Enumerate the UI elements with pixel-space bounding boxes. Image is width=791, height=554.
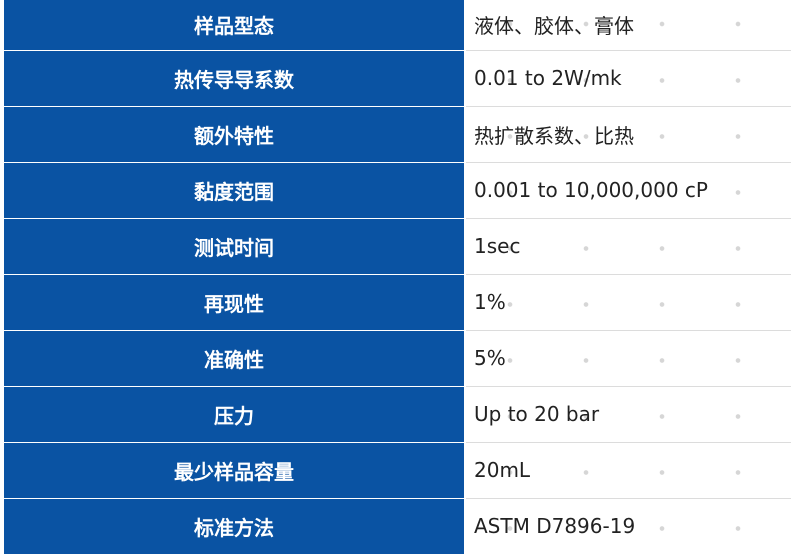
table-row: 测试时间 1sec [0,218,791,275]
row-label-extra-properties: 额外特性 [0,106,466,163]
row-label-reproducibility: 再现性 [0,274,466,331]
row-label-standard-method: 标准方法 [0,498,466,554]
table-row: 额外特性 热扩散系数、比热 [0,106,791,163]
row-label-thermal-conductivity: 热传导导系数 [0,50,466,107]
row-value-extra-properties: 热扩散系数、比热 [465,106,791,163]
table-row: 样品型态 液体、胶体、膏体 [0,0,791,51]
table-row: 再现性 1% [0,274,791,331]
row-value-reproducibility: 1% [465,274,791,331]
row-value-sample-form: 液体、胶体、膏体 [465,0,791,51]
row-label-test-time: 测试时间 [0,218,466,275]
row-label-sample-form: 样品型态 [0,0,466,51]
row-value-min-sample-volume: 20mL [465,442,791,499]
table-row: 准确性 5% [0,330,791,387]
row-value-test-time: 1sec [465,218,791,275]
row-value-accuracy: 5% [465,330,791,387]
spec-table: 样品型态 液体、胶体、膏体 热传导导系数 0.01 to 2W/mk 额外特性 … [0,0,791,554]
table-row: 黏度范围 0.001 to 10,000,000 cP [0,162,791,219]
row-label-accuracy: 准确性 [0,330,466,387]
row-value-standard-method: ASTM D7896-19 [465,498,791,554]
table-row: 标准方法 ASTM D7896-19 [0,498,791,554]
row-value-pressure: Up to 20 bar [465,386,791,443]
table-row: 压力 Up to 20 bar [0,386,791,443]
row-label-pressure: 压力 [0,386,466,443]
row-label-min-sample-volume: 最少样品容量 [0,442,466,499]
row-value-viscosity-range: 0.001 to 10,000,000 cP [465,162,791,219]
table-row: 热传导导系数 0.01 to 2W/mk [0,50,791,107]
row-value-thermal-conductivity: 0.01 to 2W/mk [465,50,791,107]
row-label-viscosity-range: 黏度范围 [0,162,466,219]
table-row: 最少样品容量 20mL [0,442,791,499]
